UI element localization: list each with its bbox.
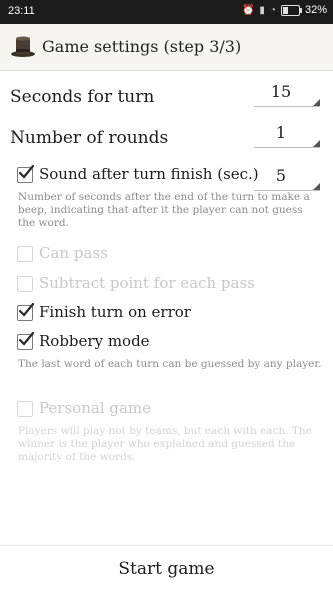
- status-icons: ⏰ ▮ ◔ 32%: [242, 4, 327, 16]
- can-pass-label: Can pass: [39, 244, 108, 262]
- bottom-bar: Start game: [0, 545, 333, 593]
- seconds-for-turn-value: 15: [270, 82, 292, 101]
- subtract-point-label: Subtract point for each pass: [39, 274, 255, 292]
- finish-on-error-label: Finish turn on error: [39, 303, 191, 321]
- number-of-rounds-spinner[interactable]: 1: [254, 123, 320, 148]
- sound-after-turn-description: Number of seconds after the end of the t…: [18, 191, 310, 229]
- sound-after-turn-spinner[interactable]: 5: [254, 166, 320, 191]
- top-hat-icon: [11, 36, 35, 57]
- sound-after-turn-value: 5: [275, 166, 287, 185]
- alarm-icon: ⏰: [241, 4, 255, 16]
- number-of-rounds-label: Number of rounds: [10, 128, 169, 148]
- sound-after-turn-label: Sound after turn finish (sec.): [39, 165, 259, 183]
- signal-icon: ▮: [259, 4, 265, 16]
- battery-icon: [280, 4, 302, 16]
- status-bar: 23:11 ⏰ ▮ ◔ 32%: [0, 0, 333, 24]
- dropdown-arrow-icon: [313, 183, 320, 190]
- personal-game-checkbox[interactable]: [17, 401, 33, 417]
- personal-game-label: Personal game: [39, 399, 152, 417]
- robbery-mode-label: Robbery mode: [39, 332, 150, 350]
- start-game-button[interactable]: Start game: [0, 546, 333, 593]
- robbery-mode-checkbox[interactable]: [17, 331, 35, 350]
- finish-on-error-checkbox[interactable]: [17, 302, 35, 321]
- checkmark-icon: [18, 331, 35, 346]
- checkmark-icon: [18, 164, 35, 179]
- seconds-for-turn-label: Seconds for turn: [10, 87, 155, 107]
- wifi-icon: ◔: [269, 4, 276, 16]
- robbery-mode-description: The last word of each turn can be guesse…: [18, 358, 322, 370]
- subtract-point-checkbox[interactable]: [17, 276, 33, 292]
- number-of-rounds-value: 1: [275, 123, 287, 142]
- page-title: Game settings (step 3/3): [42, 37, 242, 56]
- checkmark-icon: [18, 302, 35, 317]
- personal-game-description: Players will play not by teams, but each…: [18, 425, 312, 463]
- status-time: 23:11: [8, 5, 35, 17]
- can-pass-checkbox[interactable]: [17, 246, 33, 262]
- battery-percent: 32%: [304, 4, 327, 16]
- sound-after-turn-checkbox[interactable]: [17, 164, 35, 183]
- dropdown-arrow-icon: [313, 140, 320, 147]
- seconds-for-turn-spinner[interactable]: 15: [254, 82, 320, 107]
- dropdown-arrow-icon: [313, 99, 320, 106]
- app-bar: Game settings (step 3/3): [0, 24, 333, 71]
